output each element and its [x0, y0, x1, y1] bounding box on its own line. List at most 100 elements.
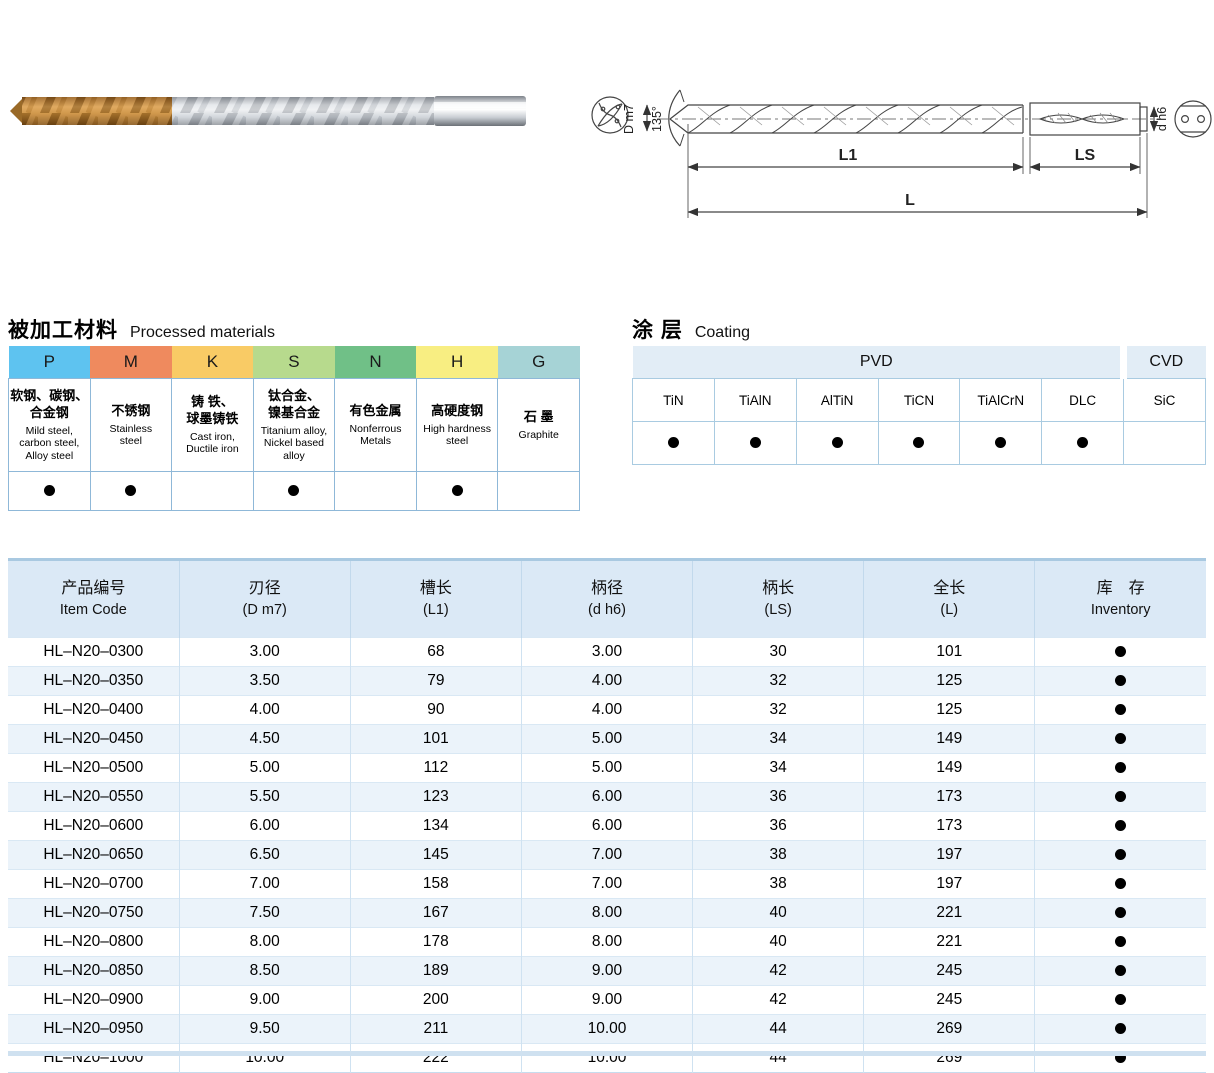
material-class-row: PMKSNHG [9, 346, 580, 379]
table-row: HL–N20–0650 6.50 145 7.00 38 197 [8, 841, 1206, 870]
material-desc-cell: 钛合金、 镍基合金 Titanium alloy, Nickel based a… [253, 379, 335, 472]
inventory-dot [1115, 791, 1126, 802]
overall-length-cell: 173 [864, 812, 1035, 841]
processed-materials-title-en: Processed materials [130, 324, 275, 342]
item-code-cell: HL–N20–0600 [8, 812, 179, 841]
table-row: HL–N20–0400 4.00 90 4.00 32 125 [8, 696, 1206, 725]
item-code-cell: HL–N20–0700 [8, 870, 179, 899]
overall-length-cell: 125 [864, 696, 1035, 725]
flute-length-cell: 158 [350, 870, 521, 899]
table-row: HL–N20–0550 5.50 123 6.00 36 173 [8, 783, 1206, 812]
material-support-dot [452, 485, 463, 496]
coating-support-cell [796, 422, 878, 465]
shank-diameter-cell: 7.00 [521, 841, 692, 870]
material-class-code: P [44, 352, 55, 371]
flute-length-label: L1 [839, 147, 858, 164]
shank-length-cell: 34 [693, 725, 864, 754]
overall-length-cell: 101 [864, 638, 1035, 667]
item-code-cell: HL–N20–0350 [8, 667, 179, 696]
shank-length-cell: 38 [693, 870, 864, 899]
spec-column-header-zh: 柄长 [694, 579, 862, 598]
coating-support-cell [878, 422, 960, 465]
processed-materials-title: 被加工材料 Processed materials [8, 314, 275, 344]
material-name-zh: 软钢、碳钢、 合金钢 [10, 388, 89, 422]
spec-column-header: 柄径 (d h6) [521, 560, 692, 638]
inventory-dot [1115, 704, 1126, 715]
inventory-dot [1115, 907, 1126, 918]
table-row: HL–N20–1000 10.00 222 10.00 44 269 [8, 1044, 1206, 1073]
coating-name-row: TiNTiAlNAlTiNTiCNTiAlCrNDLCSiC [633, 379, 1206, 422]
material-class-header: M [90, 346, 172, 379]
flute-length-cell: 90 [350, 696, 521, 725]
drill-photo-graphic [10, 96, 526, 126]
item-code-cell: HL–N20–0950 [8, 1015, 179, 1044]
flute-length-cell: 68 [350, 638, 521, 667]
shank-diameter-cell: 3.00 [521, 638, 692, 667]
diameter-cell: 5.50 [179, 783, 350, 812]
material-support-cell [498, 472, 580, 511]
coating-name-header: TiAlCrN [960, 379, 1042, 422]
coating-support-dot [1159, 437, 1170, 448]
coating-group-row: PVD CVD [633, 346, 1206, 379]
coating-support-dot [1077, 437, 1088, 448]
coating-name-header: AlTiN [796, 379, 878, 422]
material-class-header: H [416, 346, 498, 379]
material-class-code: S [288, 352, 299, 371]
diameter-cell: 6.50 [179, 841, 350, 870]
inventory-dot [1115, 733, 1126, 744]
material-name-en: High hardness steel [418, 423, 497, 448]
inventory-dot [1115, 965, 1126, 976]
shank-diameter-cell: 6.00 [521, 783, 692, 812]
shank-length-cell: 42 [693, 957, 864, 986]
flute-length-cell: 101 [350, 725, 521, 754]
material-name-zh: 钛合金、 镍基合金 [255, 388, 334, 422]
table-row: HL–N20–0450 4.50 101 5.00 34 149 [8, 725, 1206, 754]
overall-length-cell: 221 [864, 899, 1035, 928]
overall-length-cell: 245 [864, 986, 1035, 1015]
shank-diameter-cell: 9.00 [521, 986, 692, 1015]
spec-column-header: 库 存 Inventory [1035, 560, 1206, 638]
item-code-cell: HL–N20–0450 [8, 725, 179, 754]
material-support-dot [44, 485, 55, 496]
inventory-cell [1035, 1015, 1206, 1044]
coating-table: PVD CVD TiNTiAlNAlTiNTiCNTiAlCrNDLCSiC [632, 346, 1206, 465]
coating-group-header: PVD [633, 346, 1124, 379]
coating-support-dot [995, 437, 1006, 448]
spec-column-header-zh: 柄径 [523, 579, 691, 598]
inventory-dot [1115, 936, 1126, 947]
shank-length-cell: 44 [693, 1015, 864, 1044]
shank-diameter-cell: 10.00 [521, 1044, 692, 1073]
flute-length-cell: 167 [350, 899, 521, 928]
inventory-cell [1035, 841, 1206, 870]
material-support-cell [9, 472, 91, 511]
inventory-cell [1035, 725, 1206, 754]
overall-length-cell: 197 [864, 870, 1035, 899]
material-name-zh: 铸 铁、 球墨铸铁 [173, 394, 252, 428]
processed-materials-table: PMKSNHG 软钢、碳钢、 合金钢 Mild steel, carbon st… [8, 346, 580, 511]
material-name-en: Mild steel, carbon steel, Alloy steel [10, 425, 89, 462]
flute-length-cell: 200 [350, 986, 521, 1015]
coating-support-cell [960, 422, 1042, 465]
inventory-cell [1035, 957, 1206, 986]
item-code-cell: HL–N20–0400 [8, 696, 179, 725]
diameter-cell: 5.00 [179, 754, 350, 783]
coating-support-dot [913, 437, 924, 448]
overall-length-cell: 269 [864, 1044, 1035, 1073]
flute-length-cell: 123 [350, 783, 521, 812]
material-desc-cell: 不锈钢 Stainless steel [90, 379, 172, 472]
inventory-cell [1035, 899, 1206, 928]
flute-length-cell: 178 [350, 928, 521, 957]
material-support-cell [253, 472, 335, 511]
inventory-dot [1115, 646, 1126, 657]
inventory-cell [1035, 1044, 1206, 1073]
diameter-cell: 8.50 [179, 957, 350, 986]
coating-group-label: CVD [1149, 353, 1183, 370]
inventory-cell [1035, 783, 1206, 812]
coating-support-row [633, 422, 1206, 465]
shank-diameter-cell: 5.00 [521, 725, 692, 754]
item-code-cell: HL–N20–0750 [8, 899, 179, 928]
shank-diameter-label: d h6 [1155, 107, 1169, 131]
table-bottom-band [8, 1051, 1206, 1056]
inventory-cell [1035, 754, 1206, 783]
overall-length-cell: 125 [864, 667, 1035, 696]
